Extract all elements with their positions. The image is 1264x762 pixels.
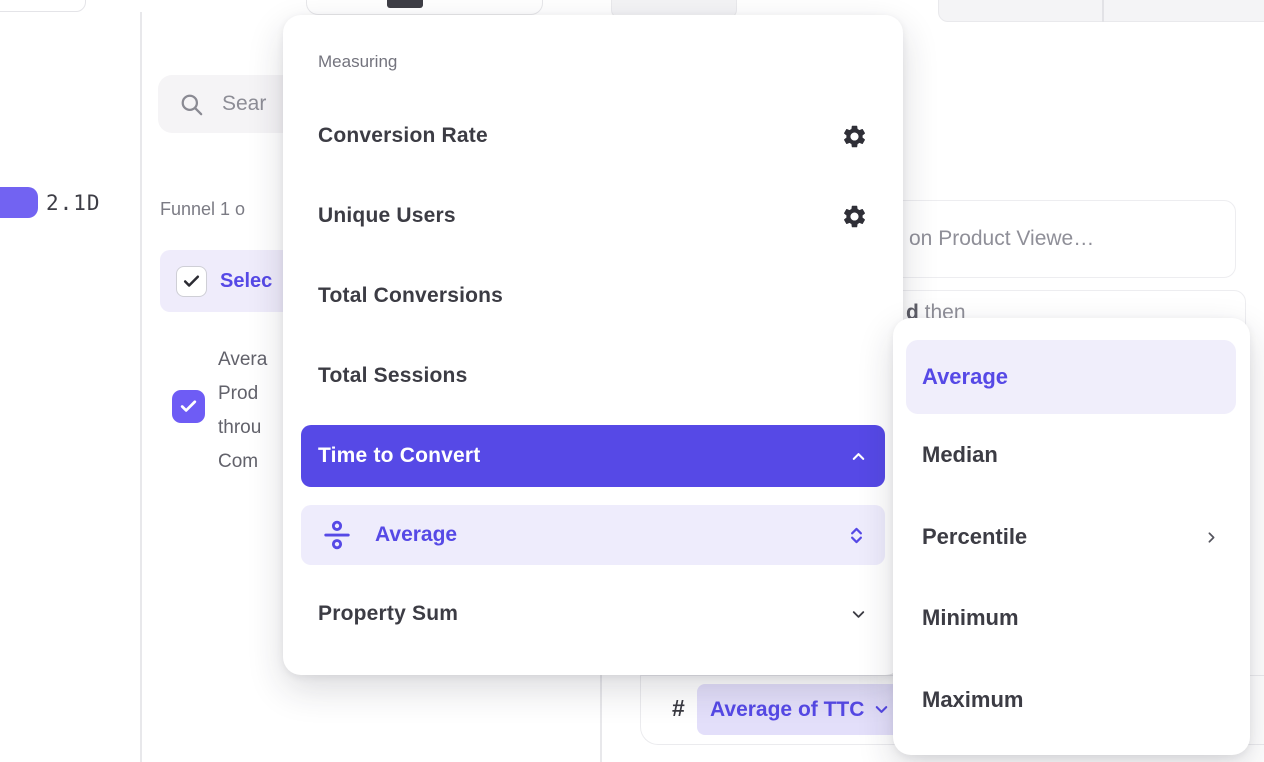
panel-divider-2 <box>600 675 602 762</box>
top-left-card-corner <box>0 0 86 12</box>
panel-divider <box>140 12 142 762</box>
metric-description: Avera Prod throu Com <box>218 343 267 479</box>
menu-subitem-average[interactable]: Average <box>301 505 885 565</box>
select-event-label: Selec <box>220 270 272 293</box>
menu-item-total-conversions[interactable]: Total Conversions <box>318 274 868 318</box>
check-icon <box>182 272 201 291</box>
top-right-tabs-divider <box>1102 0 1104 22</box>
chevron-down-icon <box>872 700 891 719</box>
chevron-down-icon <box>849 605 868 624</box>
funnel-bar-segment <box>0 187 38 218</box>
metric-checkbox[interactable] <box>172 390 205 423</box>
search-placeholder: Sear <box>222 92 266 116</box>
divide-icon <box>322 520 352 550</box>
agg-item-average[interactable]: Average <box>906 340 1236 414</box>
funnel-bar-value: 2.1D <box>46 191 101 215</box>
event-step-text: on Product Viewe… <box>909 227 1094 251</box>
gear-icon[interactable] <box>841 203 868 230</box>
menu-item-time-to-convert[interactable]: Time to Convert <box>301 425 885 487</box>
checkbox-checked[interactable] <box>176 266 207 297</box>
menu-item-total-sessions[interactable]: Total Sessions <box>318 354 868 398</box>
menu-section-label: Measuring <box>318 52 397 72</box>
average-of-ttc-dropdown[interactable]: Average of TTC <box>697 684 905 735</box>
chevron-updown-icon <box>846 525 867 546</box>
check-icon <box>179 397 198 416</box>
aggregation-menu: Average Median Percentile Minimum Maximu… <box>893 318 1250 755</box>
metric-description-line: Avera <box>218 343 267 377</box>
agg-item-minimum[interactable]: Minimum <box>922 596 1220 640</box>
agg-item-percentile[interactable]: Percentile <box>922 515 1220 559</box>
drag-handle <box>387 0 423 8</box>
gear-icon[interactable] <box>841 123 868 150</box>
metric-description-line: Prod <box>218 377 267 411</box>
chevron-up-icon <box>849 447 868 466</box>
menu-item-conversion-rate[interactable]: Conversion Rate <box>318 114 868 158</box>
top-center-card <box>306 0 543 15</box>
number-type-icon: # <box>672 695 685 722</box>
menu-item-unique-users[interactable]: Unique Users <box>318 194 868 238</box>
measuring-menu: Measuring Conversion Rate Unique Users T… <box>283 15 903 675</box>
metric-description-line: Com <box>218 445 267 479</box>
agg-item-median[interactable]: Median <box>922 433 1220 477</box>
funnel-step-label: Funnel 1 o <box>160 199 245 220</box>
agg-item-maximum[interactable]: Maximum <box>922 678 1220 722</box>
metric-description-line: throu <box>218 411 267 445</box>
menu-item-property-sum[interactable]: Property Sum <box>318 592 868 636</box>
app-canvas: 2.1D Sear Funnel 1 o Selec Avera Prod th… <box>0 0 1264 762</box>
chevron-right-icon <box>1203 529 1220 546</box>
search-icon <box>178 91 205 118</box>
top-right-tabs[interactable] <box>938 0 1264 22</box>
